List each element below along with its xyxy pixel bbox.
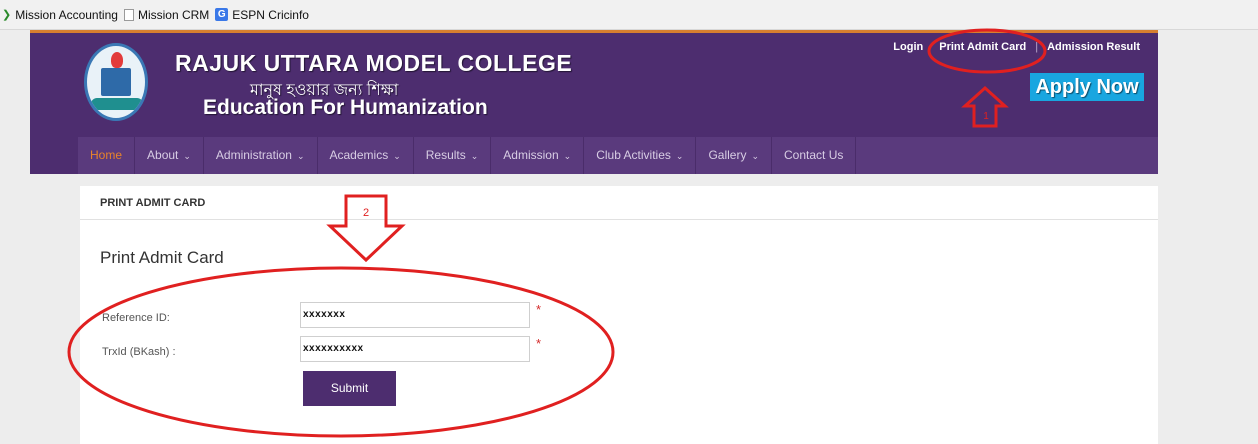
trxid-label: TrxId (BKash) :: [102, 346, 176, 358]
bookmark-mission-accounting[interactable]: ❯ Mission Accounting: [2, 8, 118, 22]
login-link[interactable]: Login: [889, 41, 927, 53]
admit-card-panel: PRINT ADMIT CARD Print Admit Card Refere…: [80, 186, 1158, 444]
nav-academics[interactable]: Academics ⌄: [318, 137, 414, 174]
required-mark: *: [536, 336, 542, 351]
nav-label: Club Activities: [596, 148, 671, 162]
nav-results[interactable]: Results ⌄: [414, 137, 492, 174]
nav-label: Results: [425, 148, 466, 162]
required-mark: *: [536, 302, 542, 317]
chevron-down-icon: ⌄: [563, 151, 572, 161]
apply-now-button[interactable]: Apply Now: [1030, 73, 1144, 101]
nav-label: Contact Us: [784, 148, 844, 162]
bookmark-label: Mission Accounting: [15, 7, 118, 22]
bookmark-label: Mission CRM: [137, 7, 210, 22]
bookmark-label: ESPN Cricinfo: [232, 7, 309, 22]
panel-heading: PRINT ADMIT CARD: [80, 186, 1158, 220]
chevron-down-icon: ⌄: [393, 151, 401, 161]
g-icon: G: [215, 8, 229, 21]
flame-icon: [111, 52, 123, 68]
top-links: Login Print Admit Card | Admission Resul…: [889, 41, 1144, 53]
nav-label: Administration: [215, 148, 292, 162]
chevron-down-icon: ⌄: [751, 151, 760, 161]
bookmarks-bar: ❯ Mission Accounting Mission CRM G ESPN …: [0, 0, 1258, 30]
nav-gallery[interactable]: Gallery ⌄: [696, 137, 773, 174]
nav-club-activities[interactable]: Club Activities ⌄: [584, 137, 697, 174]
page-title: Print Admit Card: [100, 248, 224, 267]
nav-label: Academics: [329, 148, 389, 162]
main-nav: Home About ⌄ Administration ⌄ Academics ⌄ R…: [78, 137, 1158, 174]
chevron-down-icon: ⌄: [675, 151, 684, 161]
college-logo[interactable]: [84, 43, 148, 121]
nav-about[interactable]: About ⌄: [135, 137, 204, 174]
submit-button[interactable]: Submit: [303, 371, 396, 406]
ribbon-icon: [91, 98, 143, 110]
trxid-input[interactable]: xxxxxxxxxx: [300, 336, 530, 362]
chevron-down-icon: ⌄: [296, 151, 305, 161]
nav-admission[interactable]: Admission ⌄: [491, 137, 585, 174]
admission-result-link[interactable]: Admission Result: [1043, 41, 1144, 53]
chevron-icon: ❯: [2, 9, 12, 21]
site-header: RAJUK UTTARA MODEL COLLEGE মানুষ হওয়ার …: [30, 33, 1158, 137]
college-name: RAJUK UTTARA MODEL COLLEGE: [175, 50, 573, 76]
reference-id-label: Reference ID:: [102, 312, 170, 324]
nav-administration[interactable]: Administration ⌄: [204, 137, 318, 174]
chevron-down-icon: ⌄: [183, 151, 191, 161]
book-icon: [101, 68, 131, 96]
nav-label: Gallery: [708, 148, 747, 162]
nav-home[interactable]: Home: [78, 137, 136, 174]
bookmark-espn-cricinfo[interactable]: G ESPN Cricinfo: [215, 8, 309, 22]
reference-id-input[interactable]: xxxxxxx: [300, 302, 530, 328]
link-separator: |: [1035, 41, 1039, 53]
nav-left-band: [30, 137, 78, 174]
nav-label: Admission: [503, 148, 559, 162]
nav-label: Home: [90, 148, 123, 162]
chevron-down-icon: ⌄: [470, 151, 479, 161]
college-tagline: Education For Humanization: [203, 96, 488, 119]
nav-contact-us[interactable]: Contact Us: [772, 137, 857, 174]
nav-label: About: [147, 148, 179, 162]
bookmark-mission-crm[interactable]: Mission CRM: [123, 7, 210, 22]
document-icon: [123, 8, 134, 21]
print-admit-card-link[interactable]: Print Admit Card: [935, 41, 1030, 53]
